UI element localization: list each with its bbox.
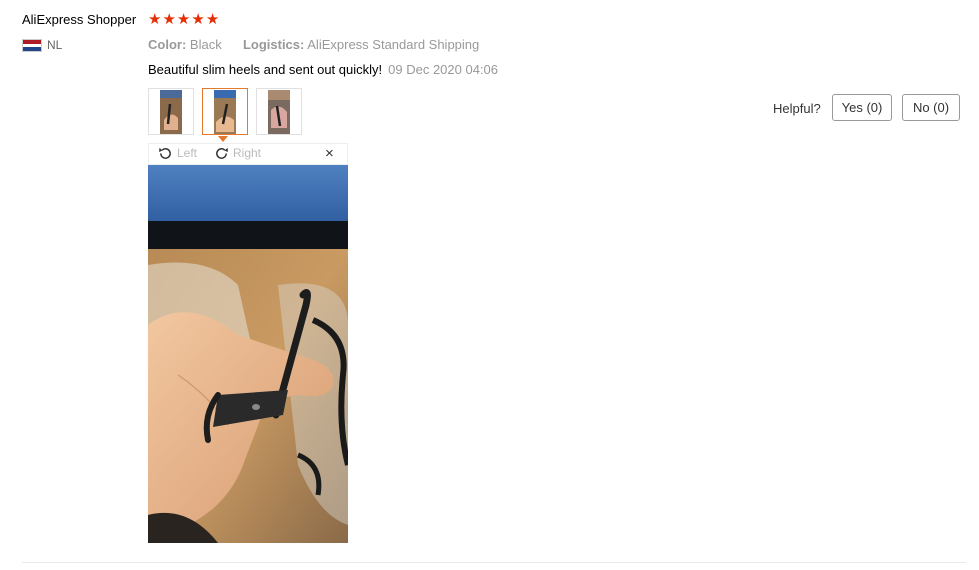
helpful-label: Helpful? <box>773 101 821 116</box>
star-icon: ★ <box>205 11 220 28</box>
rotate-left-icon <box>159 147 171 159</box>
review-photo-image <box>148 165 348 543</box>
thumbnail-image <box>160 89 182 134</box>
reviewer-name: AliExpress Shopper <box>22 12 137 27</box>
star-icon: ★ <box>176 11 191 28</box>
photo-thumbnail[interactable] <box>148 88 194 135</box>
rotate-left-button[interactable]: Left <box>158 145 197 160</box>
star-icon: ★ <box>191 11 205 28</box>
rotate-left-label: Left <box>177 145 198 160</box>
color-key: Color: <box>148 37 187 52</box>
helpful-no-button[interactable]: No (0) <box>902 94 960 121</box>
logistics-value: AliExpress Standard Shipping <box>307 37 480 52</box>
rotate-right-button[interactable]: Right <box>214 145 261 160</box>
thumbnail-image <box>268 89 290 134</box>
photo-thumbnail-active[interactable] <box>202 88 248 135</box>
close-icon[interactable]: × <box>325 145 334 163</box>
star-icon: ★ <box>148 11 162 28</box>
review-text: Beautiful slim heels and sent out quickl… <box>148 62 383 77</box>
review-comment: Beautiful slim heels and sent out quickl… <box>148 62 498 77</box>
color-value: Black <box>189 37 222 52</box>
star-icon: ★ <box>162 11 176 28</box>
rating-stars: ★ ★ ★ ★ ★ <box>148 11 219 29</box>
review-photo-large <box>148 165 348 543</box>
photo-thumbnail[interactable] <box>256 88 302 135</box>
review-date: 09 Dec 2020 04:06 <box>388 62 499 77</box>
order-info: Color: Black Logistics: AliExpress Stand… <box>148 37 479 52</box>
helpful-yes-button[interactable]: Yes (0) <box>832 94 892 121</box>
review-divider <box>22 562 966 563</box>
review-photo-thumbnails <box>148 88 302 135</box>
logistics-key: Logistics: <box>242 37 305 52</box>
rotate-right-label: Right <box>233 145 262 160</box>
netherlands-flag-icon <box>22 39 42 52</box>
reviewer-country: NL <box>47 38 63 52</box>
thumbnail-image <box>214 89 236 134</box>
rotate-right-icon <box>216 147 228 159</box>
active-thumbnail-pointer <box>218 136 228 142</box>
